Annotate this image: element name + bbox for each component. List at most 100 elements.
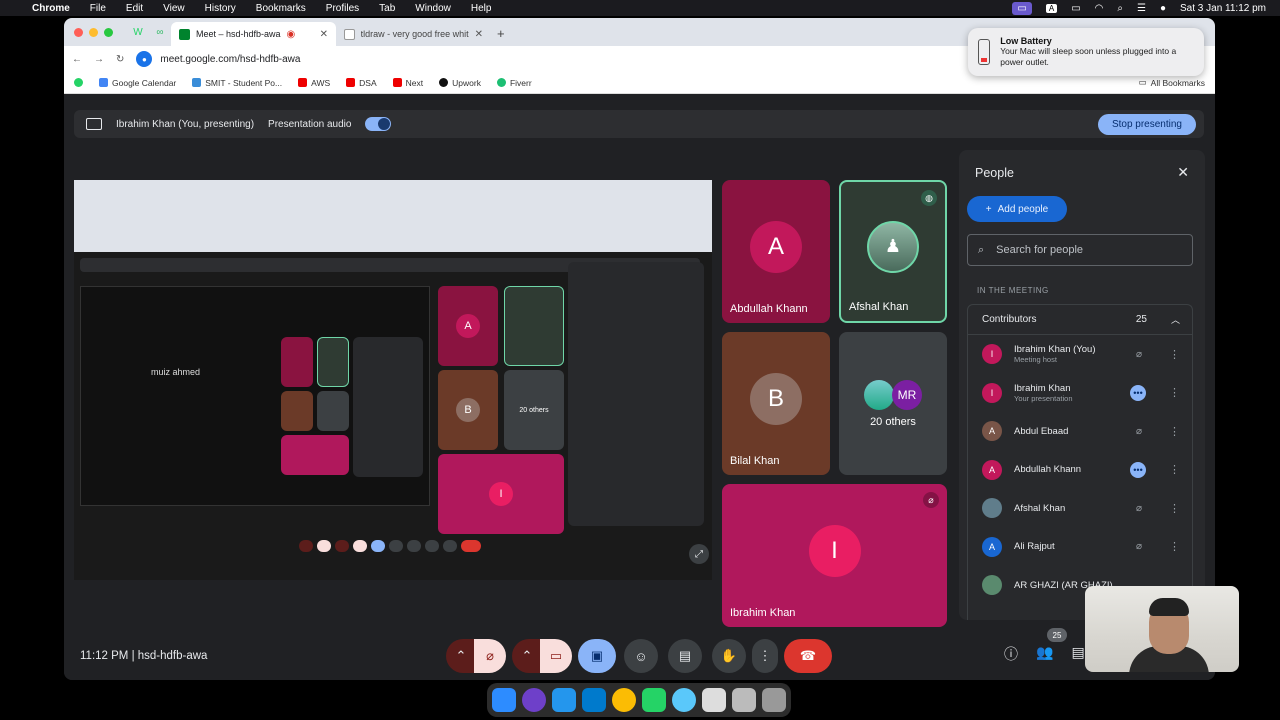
- people-search-input[interactable]: ⌕ Search for people: [967, 234, 1193, 266]
- bookmark-smit[interactable]: SMIT - Student Po...: [192, 78, 282, 88]
- captions-button[interactable]: ▤: [668, 639, 702, 673]
- more-vert-icon[interactable]: ⋮: [1169, 386, 1180, 399]
- battery-icon[interactable]: ▭: [1071, 3, 1080, 14]
- url-text[interactable]: meet.google.com/hsd-hdfb-awa: [160, 54, 300, 65]
- tab-tldraw[interactable]: tldraw - very good free white ✕: [336, 22, 491, 46]
- mic-off-icon[interactable]: ⌀: [1136, 503, 1142, 514]
- clock-text[interactable]: Sat 3 Jan 11:12 pm: [1180, 3, 1266, 14]
- whatsapp-icon[interactable]: [642, 688, 666, 712]
- forward-icon[interactable]: →: [94, 54, 104, 65]
- whatsapp-bookmark-icon[interactable]: [74, 78, 83, 87]
- audio-options-button[interactable]: ⌃: [446, 639, 476, 673]
- bookmark-aws[interactable]: AWS: [298, 78, 330, 88]
- more-vert-icon[interactable]: ⋮: [1169, 348, 1180, 361]
- person-row[interactable]: I Ibrahim Khan Your presentation ••• ⋮: [968, 374, 1192, 413]
- reload-icon[interactable]: ↻: [116, 54, 124, 65]
- screen-share-icon[interactable]: ▭: [1012, 1, 1032, 15]
- more-vert-icon[interactable]: ⋮: [1169, 463, 1180, 476]
- menu-bookmarks[interactable]: Bookmarks: [256, 3, 306, 14]
- bookmark-fiverr[interactable]: Fiverr: [496, 78, 532, 88]
- people-icon[interactable]: 👥: [1036, 644, 1053, 664]
- chat-icon[interactable]: ▤: [1071, 644, 1084, 664]
- more-options-button[interactable]: ⋮: [752, 639, 778, 673]
- folder-icon[interactable]: [732, 688, 756, 712]
- menu-help[interactable]: Help: [471, 3, 492, 14]
- tab-close-icon[interactable]: ✕: [320, 29, 328, 40]
- person-row[interactable]: A Ali Rajput ⌀ ⋮: [968, 528, 1192, 567]
- pinned-tab-link-icon[interactable]: ∞: [149, 21, 171, 43]
- preview-icon[interactable]: [702, 688, 726, 712]
- pinned-tab-whatsapp-icon[interactable]: W: [127, 21, 149, 43]
- bookmark-upwork[interactable]: Upwork: [439, 78, 481, 88]
- low-battery-notification[interactable]: Low Battery Your Mac will sleep soon unl…: [968, 28, 1204, 76]
- participant-avatar: A: [750, 220, 802, 273]
- stop-presenting-button[interactable]: Stop presenting: [1097, 113, 1196, 135]
- new-tab-icon[interactable]: +: [497, 26, 505, 41]
- search-placeholder: Search for people: [996, 244, 1084, 256]
- tab-meet[interactable]: Meet – hsd-hdfb-awa ◉ ✕: [171, 22, 336, 46]
- menu-edit[interactable]: Edit: [126, 3, 143, 14]
- reactions-button[interactable]: ☺: [624, 639, 658, 673]
- raise-hand-button[interactable]: ✋: [712, 639, 746, 673]
- camera-toggle-button[interactable]: ▭: [540, 639, 572, 673]
- bookmark-next[interactable]: Next: [392, 78, 423, 88]
- menu-file[interactable]: File: [90, 3, 106, 14]
- keyboard-icon[interactable]: A: [1045, 3, 1058, 13]
- participant-tile[interactable]: ♟ ◍ Afshal Khan: [839, 180, 947, 323]
- info-icon[interactable]: ⓘ: [1004, 644, 1018, 664]
- docker-icon[interactable]: [552, 688, 576, 712]
- finder-icon[interactable]: [492, 688, 516, 712]
- more-vert-icon[interactable]: ⋮: [1169, 425, 1180, 438]
- wifi-icon[interactable]: ◠: [1095, 3, 1104, 14]
- safari-icon[interactable]: [672, 688, 696, 712]
- person-row[interactable]: A Abdullah Khann ••• ⋮: [968, 451, 1192, 490]
- person-row[interactable]: A Abdul Ebaad ⌀ ⋮: [968, 412, 1192, 451]
- contributors-header[interactable]: Contributors 25 ︿: [968, 305, 1192, 335]
- participant-tile[interactable]: B Bilal Khan: [722, 332, 830, 475]
- mic-off-icon[interactable]: ⌀: [1136, 426, 1142, 437]
- chevron-up-icon[interactable]: ︿: [1171, 313, 1180, 326]
- bookmark-dsa[interactable]: DSA: [346, 78, 377, 88]
- mic-off-icon[interactable]: ⌀: [1136, 349, 1142, 360]
- maximize-window-icon[interactable]: [104, 28, 113, 37]
- close-window-icon[interactable]: [74, 28, 83, 37]
- menu-view[interactable]: View: [163, 3, 185, 14]
- presentation-audio-toggle[interactable]: [365, 117, 392, 131]
- person-row[interactable]: I Ibrahim Khan (You) Meeting host ⌀ ⋮: [968, 335, 1192, 374]
- mic-toggle-button[interactable]: ⌀: [474, 639, 506, 673]
- spotlight-icon[interactable]: ⌕: [1117, 3, 1123, 14]
- participant-tile[interactable]: I ⌀ Ibrahim Khan: [722, 484, 947, 627]
- leave-call-button[interactable]: ☎: [784, 639, 832, 673]
- menu-app[interactable]: Chrome: [32, 3, 70, 14]
- trash-icon[interactable]: [762, 688, 786, 712]
- present-button[interactable]: ▣: [578, 639, 616, 673]
- participant-tile[interactable]: A Abdullah Khann: [722, 180, 830, 323]
- menu-tab[interactable]: Tab: [379, 3, 395, 14]
- others-tile[interactable]: MR 20 others: [839, 332, 947, 475]
- more-vert-icon[interactable]: ⋮: [1169, 502, 1180, 515]
- back-icon[interactable]: ←: [72, 54, 82, 65]
- all-bookmarks[interactable]: ▭ All Bookmarks: [1139, 77, 1205, 88]
- close-icon[interactable]: ✕: [1177, 164, 1189, 181]
- menu-window[interactable]: Window: [415, 3, 451, 14]
- minimize-window-icon[interactable]: [89, 28, 98, 37]
- control-center-icon[interactable]: ☰: [1137, 3, 1146, 14]
- vscode-icon[interactable]: [582, 688, 606, 712]
- github-icon[interactable]: [522, 688, 546, 712]
- mic-off-icon[interactable]: ⌀: [1136, 541, 1142, 552]
- chrome-icon[interactable]: [612, 688, 636, 712]
- siri-icon[interactable]: ●: [1160, 3, 1166, 14]
- menu-profiles[interactable]: Profiles: [326, 3, 359, 14]
- more-vert-icon[interactable]: ⋮: [1169, 540, 1180, 553]
- person-row[interactable]: Afshal Khan ⌀ ⋮: [968, 489, 1192, 528]
- self-camera-overlay[interactable]: [1085, 586, 1239, 672]
- menu-history[interactable]: History: [205, 3, 236, 14]
- participant-avatar: MR: [892, 379, 922, 410]
- bookmark-google-calendar[interactable]: Google Calendar: [99, 78, 176, 88]
- site-mic-icon[interactable]: ●: [136, 51, 153, 67]
- tab-close-icon[interactable]: ✕: [475, 29, 483, 40]
- person-name: Abdullah Khann: [1014, 464, 1082, 476]
- expand-icon[interactable]: ⤢: [689, 544, 709, 564]
- add-people-button[interactable]: + Add people: [967, 196, 1067, 222]
- video-options-button[interactable]: ⌃: [512, 639, 542, 673]
